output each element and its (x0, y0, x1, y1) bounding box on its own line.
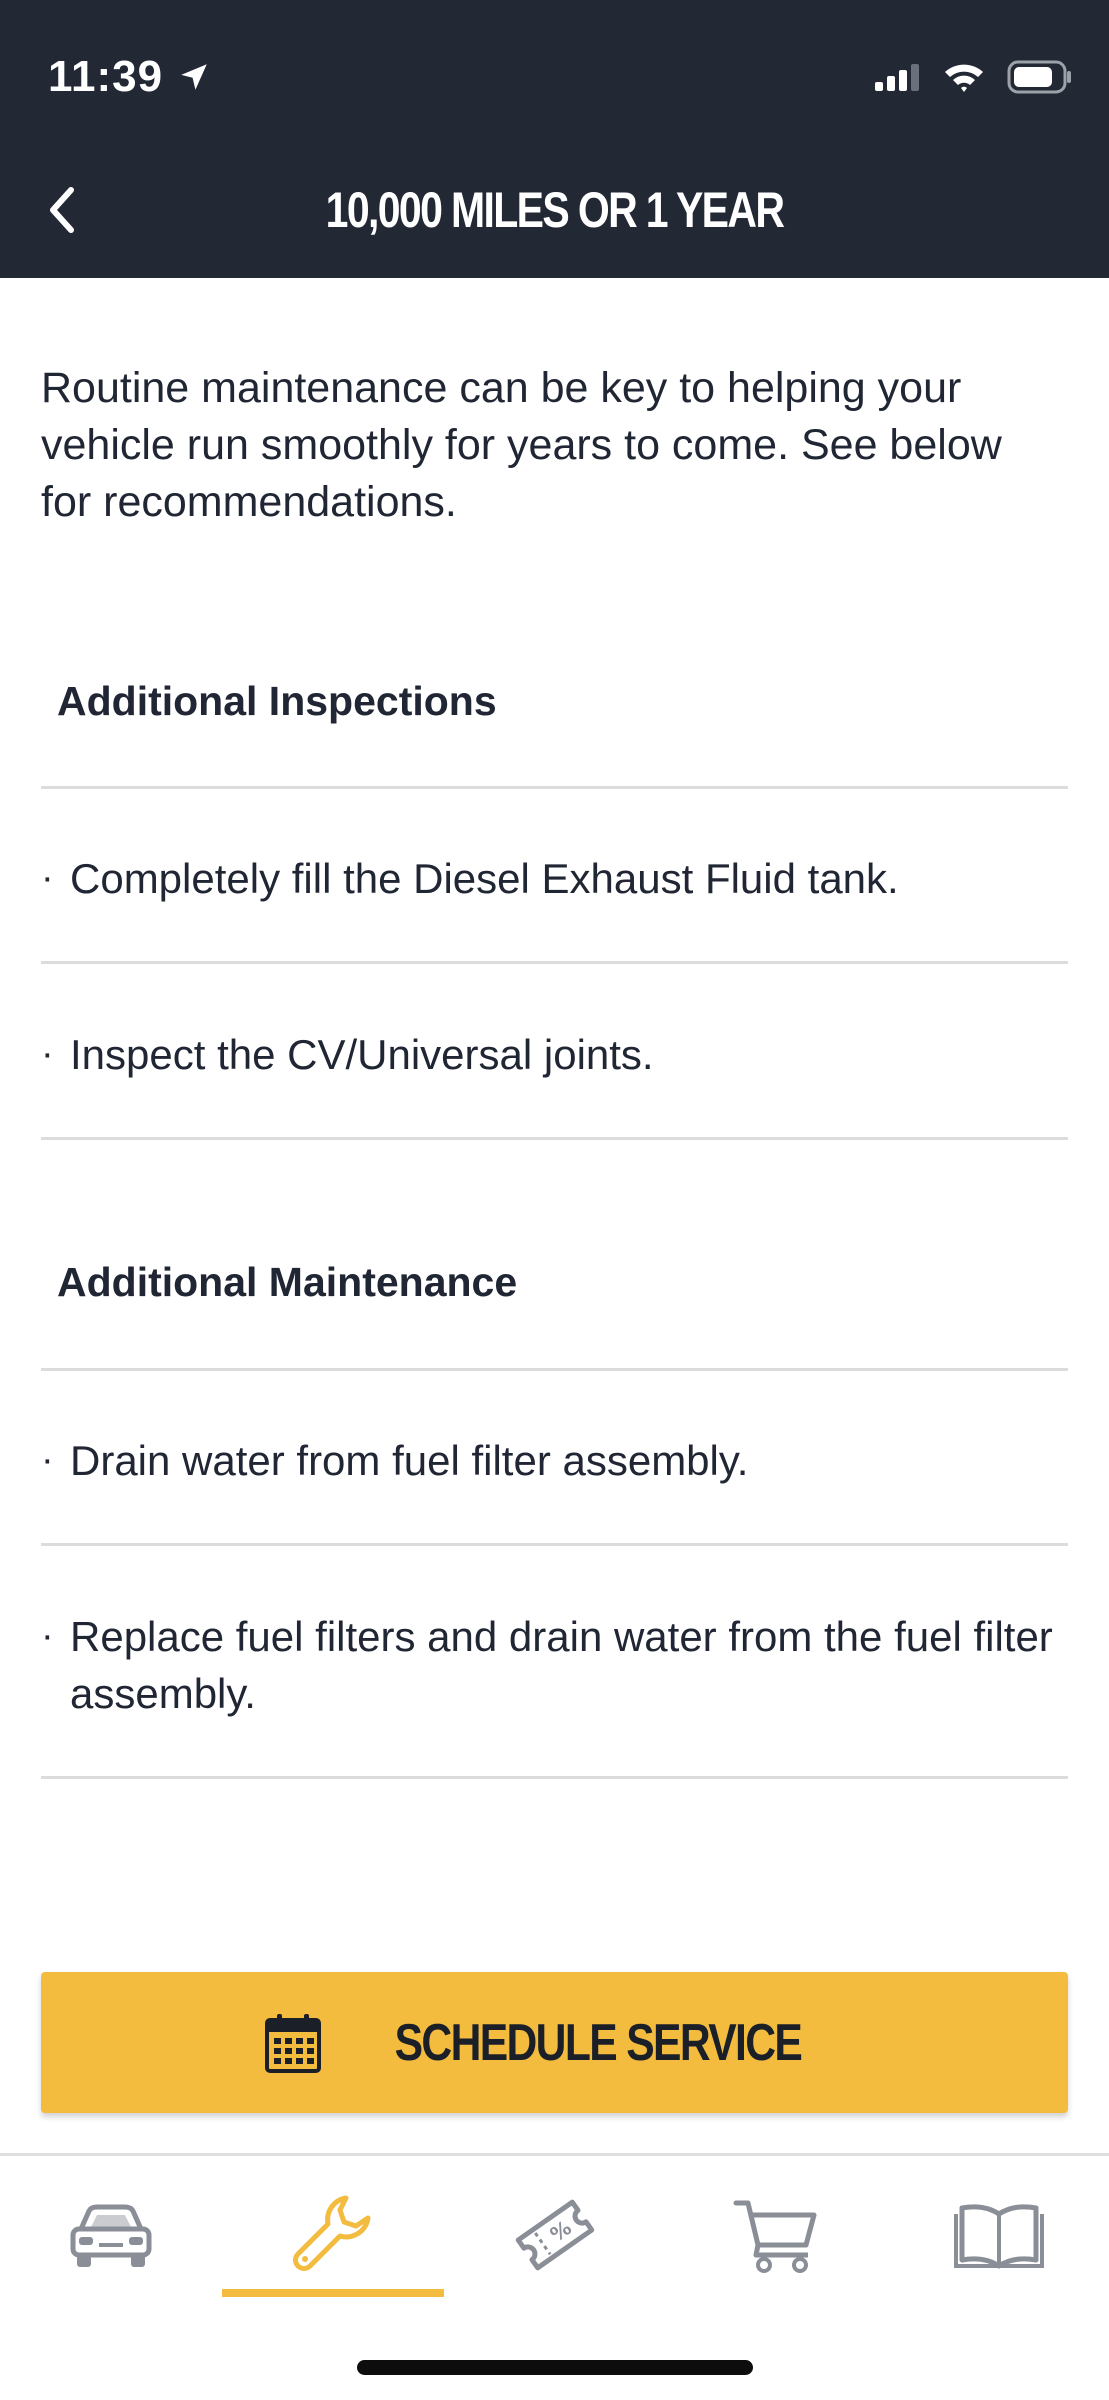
section-title-additional-inspections: Additional Inspections (57, 678, 497, 724)
wifi-icon (945, 64, 983, 92)
location-arrow-icon (181, 64, 207, 90)
bullet: · (41, 1439, 54, 1481)
divider (41, 961, 1068, 964)
tab-manual[interactable] (888, 2170, 1109, 2300)
app-header: 11:39 10,000 MILES OR 1 YEAR (0, 0, 1109, 278)
intro-text: Routine maintenance can be key to helpin… (41, 364, 1002, 526)
list-item-text: Drain water from fuel filter assembly. (70, 1437, 749, 1484)
divider (41, 1137, 1068, 1140)
divider (41, 1543, 1068, 1546)
active-tab-indicator (222, 2289, 444, 2297)
cellular-signal-icon (875, 64, 919, 91)
divider (41, 1776, 1068, 1779)
coupon-icon: % (515, 2199, 595, 2271)
tab-vehicle[interactable] (0, 2170, 222, 2300)
section-title-additional-maintenance: Additional Maintenance (57, 1259, 518, 1305)
tab-maintenance[interactable] (222, 2170, 444, 2300)
divider (41, 1368, 1068, 1371)
wrench-icon (293, 2195, 371, 2271)
book-icon (954, 2204, 1044, 2269)
page-title: 10,000 MILES OR 1 YEAR (325, 182, 785, 238)
list-item-text: Replace fuel filters and drain water fro… (70, 1613, 1053, 1717)
list-item-text: Inspect the CV/Universal joints. (70, 1031, 654, 1078)
calendar-icon (264, 2013, 321, 2073)
back-button[interactable] (38, 178, 86, 242)
tab-shop[interactable] (666, 2170, 888, 2300)
list-item: · Completely fill the Diesel Exhaust Flu… (41, 850, 1061, 907)
chevron-left-icon (50, 187, 74, 233)
bullet: · (41, 1615, 54, 1657)
cart-icon (733, 2200, 817, 2273)
car-icon (70, 2204, 152, 2267)
list-item: · Inspect the CV/Universal joints. (41, 1026, 1061, 1083)
schedule-service-label: SCHEDULE SERVICE (394, 2013, 802, 2072)
tab-offers[interactable]: % (444, 2170, 666, 2300)
list-item: · Drain water from fuel filter assembly. (41, 1432, 1061, 1489)
status-icons (873, 60, 1073, 94)
bullet: · (41, 857, 54, 899)
schedule-service-button[interactable]: SCHEDULE SERVICE (41, 1972, 1068, 2113)
clock-text: 11:39 (48, 52, 164, 101)
list-item-text: Completely fill the Diesel Exhaust Fluid… (70, 855, 899, 902)
tab-bar-divider (0, 2153, 1109, 2156)
list-item: · Replace fuel filters and drain water f… (41, 1608, 1061, 1722)
battery-icon (1007, 60, 1071, 94)
status-time: 11:39 (48, 52, 211, 102)
divider (41, 786, 1068, 789)
bullet: · (41, 1033, 54, 1075)
home-indicator[interactable] (357, 2360, 753, 2375)
